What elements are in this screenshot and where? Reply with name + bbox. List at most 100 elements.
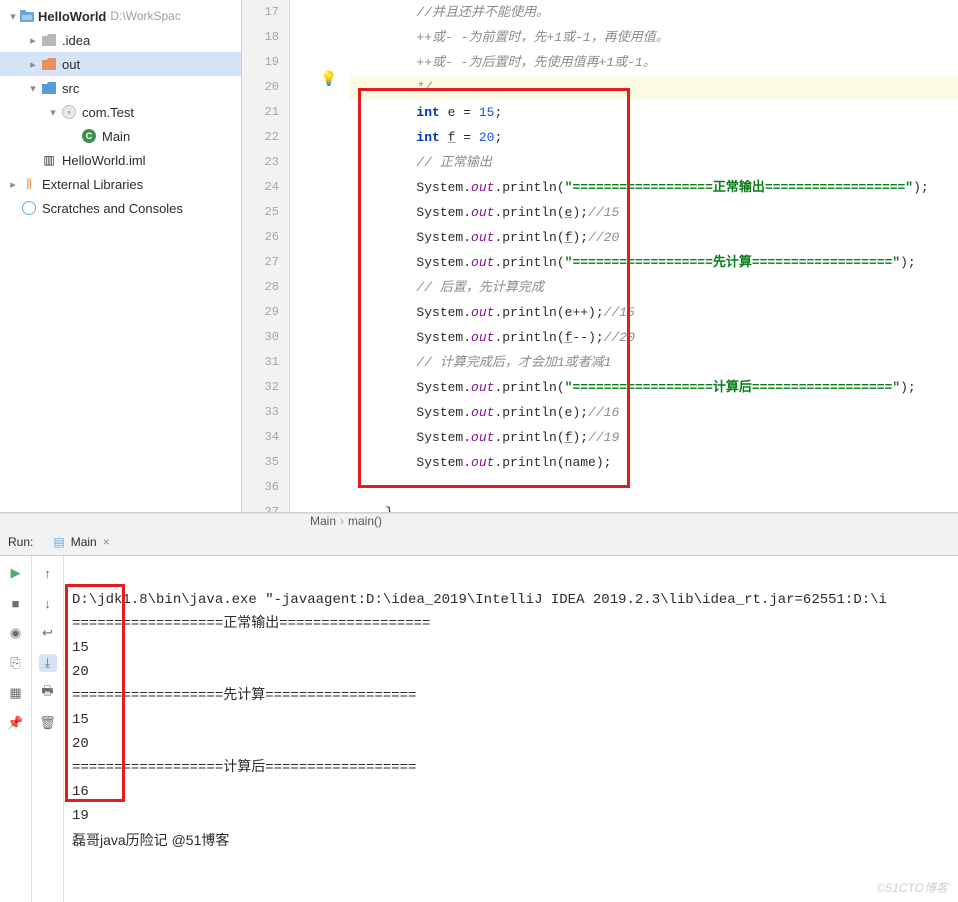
folder-icon (40, 31, 58, 49)
line-number[interactable]: 23 (242, 150, 289, 175)
pin-button[interactable]: 📌 (7, 714, 25, 732)
folder-icon (40, 79, 58, 97)
editor[interactable]: 1718192021222324252627282930313233343536… (242, 0, 958, 512)
project-icon (20, 10, 34, 22)
tree-label: .idea (62, 33, 90, 48)
console-line: 20 (72, 736, 89, 752)
console-line: D:\jdk1.8\bin\java.exe "-javaagent:D:\id… (72, 592, 887, 608)
line-number[interactable]: 18 (242, 25, 289, 50)
scroll-end-button[interactable]: ⤓ (39, 654, 57, 672)
run-config-icon: ▤ (53, 535, 64, 549)
tree-label: com.Test (82, 105, 134, 120)
line-number[interactable]: 32 (242, 375, 289, 400)
libraries-icon: ⫼ (20, 175, 38, 193)
line-number[interactable]: 20 (242, 75, 289, 100)
line-number[interactable]: 35 (242, 450, 289, 475)
console-line: ==================先计算================== (72, 688, 416, 704)
tree-idea-folder[interactable]: ▸ .idea (0, 28, 241, 52)
breadcrumb-method[interactable]: main() (348, 514, 382, 528)
tree-label: Scratches and Consoles (42, 201, 183, 216)
project-name: HelloWorld (38, 9, 106, 24)
line-number[interactable]: 26 (242, 225, 289, 250)
code: //并且还并不能使用。 (354, 5, 549, 20)
line-number[interactable]: 27 (242, 250, 289, 275)
folder-icon (40, 55, 58, 73)
breadcrumb: Main › main() (0, 513, 958, 528)
run-header: Run: ▤ Main × (0, 528, 958, 556)
up-button[interactable]: ↑ (39, 564, 57, 582)
console-output[interactable]: D:\jdk1.8\bin\java.exe "-javaagent:D:\id… (64, 556, 958, 902)
package-icon: ◦ (60, 103, 78, 121)
stop-button[interactable]: ■ (7, 594, 25, 612)
line-number[interactable]: 25 (242, 200, 289, 225)
tree-label: External Libraries (42, 177, 143, 192)
line-number[interactable]: 28 (242, 275, 289, 300)
intention-bulb-icon[interactable]: 💡 (320, 70, 337, 87)
line-number[interactable]: 36 (242, 475, 289, 500)
tree-scratches[interactable]: ▸ Scratches and Consoles (0, 196, 241, 220)
annotation-column: 💡 (290, 0, 350, 512)
chevron-right-icon: ▸ (6, 178, 20, 191)
tree-class-main[interactable]: ▸ C Main (0, 124, 241, 148)
line-number[interactable]: 19 (242, 50, 289, 75)
line-number[interactable]: 29 (242, 300, 289, 325)
run-toolbar-console: ↑ ↓ ↩ ⤓ 🖶 🗑 (32, 556, 64, 902)
breadcrumb-separator-icon: › (340, 514, 344, 528)
line-number[interactable]: 34 (242, 425, 289, 450)
tree-package[interactable]: ▾ ◦ com.Test (0, 100, 241, 124)
soft-wrap-button[interactable]: ↩ (39, 624, 57, 642)
line-number[interactable]: 22 (242, 125, 289, 150)
tree-src-folder[interactable]: ▾ src (0, 76, 241, 100)
console-line: 20 (72, 664, 89, 680)
breadcrumb-class[interactable]: Main (310, 514, 336, 528)
console-line: 15 (72, 640, 89, 656)
tree-label: Main (102, 129, 130, 144)
tree-label: HelloWorld.iml (62, 153, 146, 168)
code-content[interactable]: //并且还并不能使用。 ++或- -为前置时，先+1或-1，再使用值。 ++或-… (350, 0, 958, 512)
console-line: 16 (72, 784, 89, 800)
scratches-icon (20, 199, 38, 217)
class-icon: C (80, 127, 98, 145)
clear-button[interactable]: 🗑 (39, 714, 57, 732)
exit-button[interactable]: ⎘ (7, 654, 25, 672)
line-gutter: 1718192021222324252627282930313233343536… (242, 0, 290, 512)
tree-project-root[interactable]: ▾ HelloWorld D:\WorkSpac (0, 4, 241, 28)
chevron-down-icon: ▾ (26, 82, 40, 95)
project-path: D:\WorkSpac (110, 9, 180, 23)
run-panel: Run: ▤ Main × ▶ ■ ◉ ⎘ ▦ 📌 ↑ ↓ ↩ ⤓ 🖶 🗑 D:… (0, 528, 958, 902)
console-line: 19 (72, 808, 89, 824)
tree-external-libs[interactable]: ▸ ⫼ External Libraries (0, 172, 241, 196)
console-line: 磊哥java历险记 @51博客 (72, 832, 229, 848)
console-line: ==================计算后================== (72, 760, 416, 776)
line-number[interactable]: 30 (242, 325, 289, 350)
line-number[interactable]: 37 (242, 500, 289, 512)
line-number[interactable]: 33 (242, 400, 289, 425)
tree-label: src (62, 81, 79, 96)
chevron-right-icon: ▸ (26, 58, 40, 71)
tree-out-folder[interactable]: ▸ out (0, 52, 241, 76)
line-number[interactable]: 31 (242, 350, 289, 375)
layout-button[interactable]: ▦ (7, 684, 25, 702)
run-label: Run: (8, 535, 33, 549)
module-icon: ▥ (40, 151, 58, 169)
project-tree[interactable]: ▾ HelloWorld D:\WorkSpac ▸ .idea ▸ out ▾… (0, 0, 242, 512)
line-number[interactable]: 21 (242, 100, 289, 125)
tree-iml-file[interactable]: ▸ ▥ HelloWorld.iml (0, 148, 241, 172)
chevron-right-icon: ▸ (26, 34, 40, 47)
dump-threads-button[interactable]: ◉ (7, 624, 25, 642)
close-icon[interactable]: × (103, 535, 110, 549)
console-line: ==================正常输出================== (72, 616, 430, 632)
line-number[interactable]: 17 (242, 0, 289, 25)
print-button[interactable]: 🖶 (39, 684, 57, 702)
rerun-button[interactable]: ▶ (7, 564, 25, 582)
run-tab[interactable]: ▤ Main × (45, 535, 117, 549)
run-toolbar-left: ▶ ■ ◉ ⎘ ▦ 📌 (0, 556, 32, 902)
chevron-down-icon: ▾ (6, 10, 20, 23)
line-number[interactable]: 24 (242, 175, 289, 200)
console-line: 15 (72, 712, 89, 728)
tree-label: out (62, 57, 80, 72)
run-tab-label: Main (71, 535, 97, 549)
watermark: ©51CTO博客 (877, 879, 948, 896)
chevron-down-icon: ▾ (46, 106, 60, 119)
down-button[interactable]: ↓ (39, 594, 57, 612)
